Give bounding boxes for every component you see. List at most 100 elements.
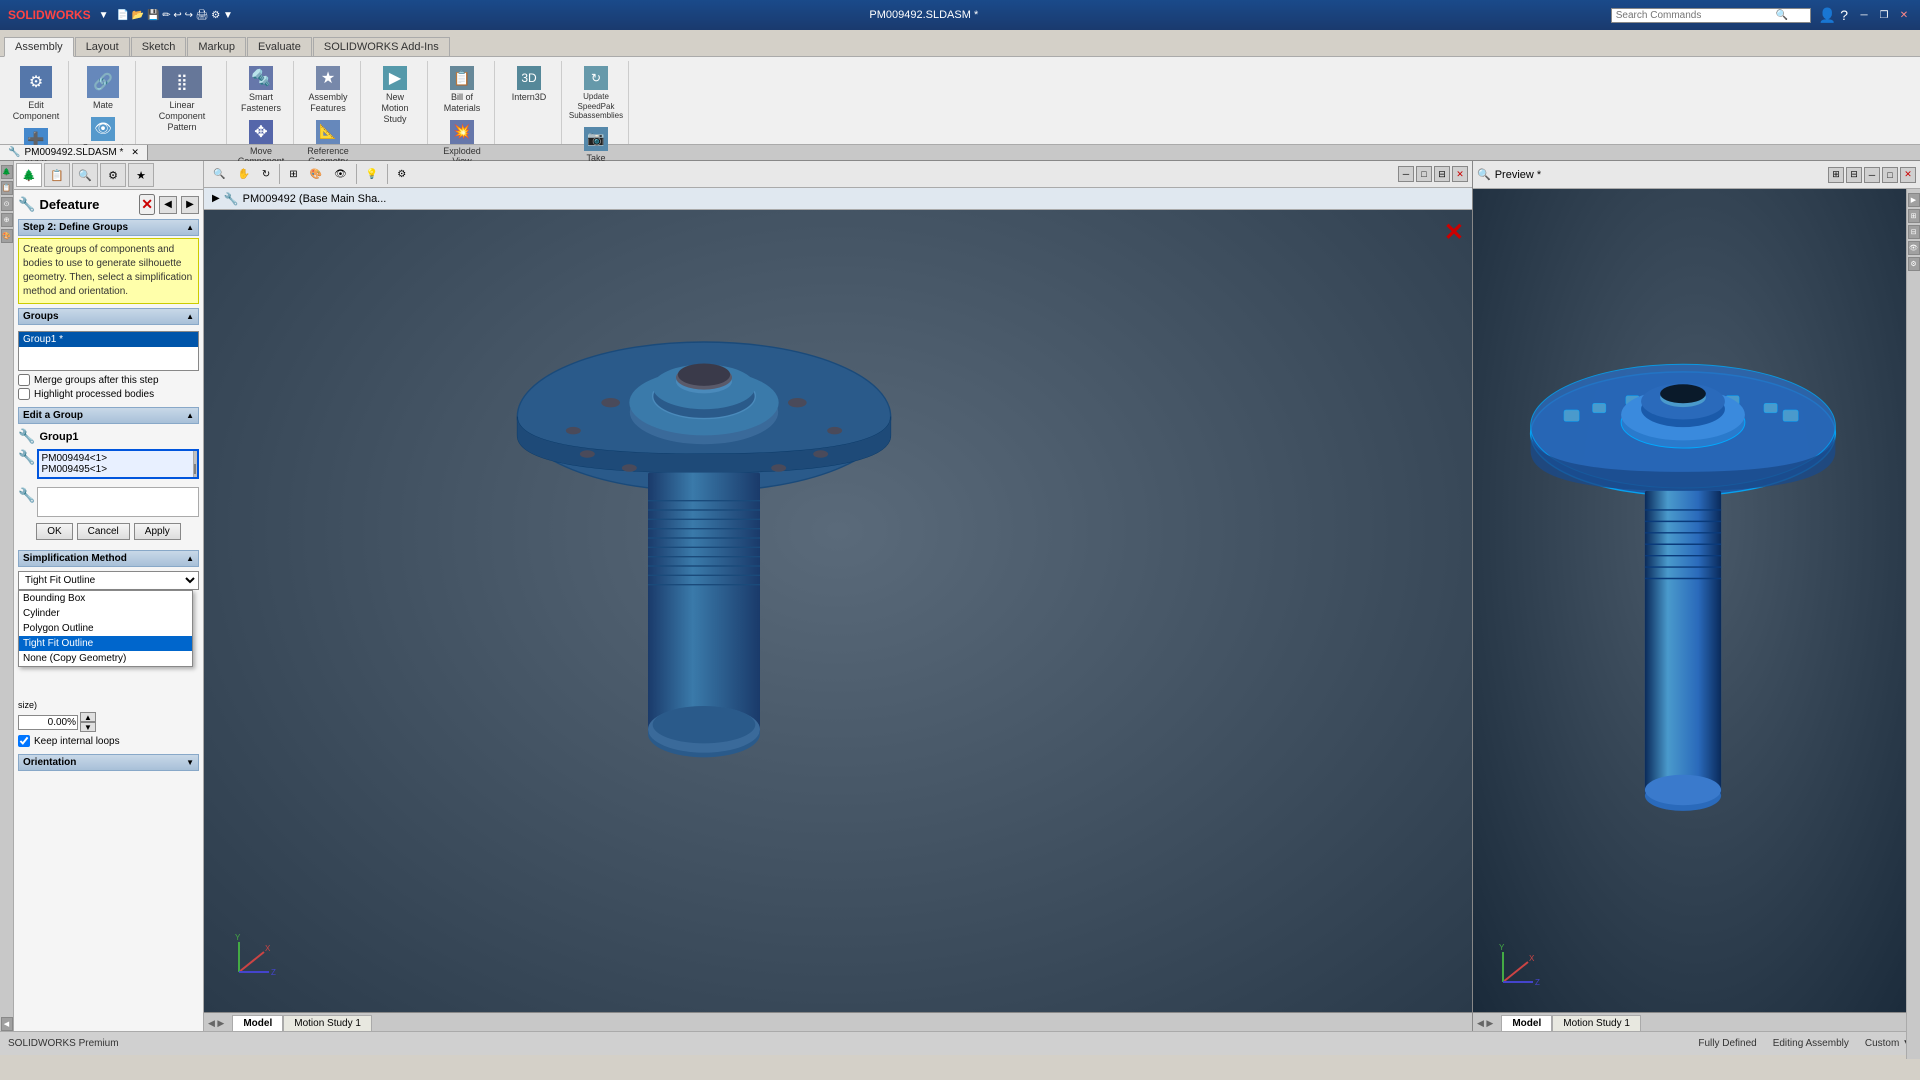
component-list[interactable]: PM009494<1> PM009495<1> [37,449,199,479]
section-simplification[interactable]: Simplification Method [18,550,199,567]
vp-settings[interactable]: ⚙ [392,167,411,182]
minimize-btn[interactable]: ─ [1856,7,1872,23]
left-icon-3[interactable]: ⊙ [1,197,13,211]
simplification-dropdown[interactable]: Bounding Box Cylinder Polygon Outline Ti… [18,571,199,590]
size-label: size) [18,700,199,710]
doc-tab-main[interactable]: 🔧 PM009492.SLDASM * ✕ [0,145,148,160]
merge-checkbox[interactable] [18,374,30,386]
left-icon-bottom[interactable]: ◀ [1,1017,13,1031]
right-tab-model[interactable]: Model [1501,1015,1552,1031]
empty-component-box[interactable] [37,487,199,517]
dropdown-opt-bounding-box[interactable]: Bounding Box [19,591,192,606]
vp-light[interactable]: 💡 [361,167,383,182]
highlight-checkbox[interactable] [18,388,30,400]
vp-window-close[interactable]: ✕ [1452,166,1468,182]
panel-tab-search[interactable]: 🔍 [72,163,98,187]
section-groups[interactable]: Groups [18,308,199,325]
panel-tab-custom[interactable]: ⚙ [100,163,126,187]
panel-tab-list[interactable]: 📋 [44,163,70,187]
preview-window-3[interactable]: ─ [1864,167,1880,183]
help-icon[interactable]: ? [1840,7,1848,23]
tab-layout[interactable]: Layout [75,37,130,56]
tab-evaluate[interactable]: Evaluate [247,37,312,56]
search-input[interactable] [1616,10,1776,21]
edit-group-arrow [186,410,194,421]
component-icon-2: 🔧 [18,487,35,504]
left-icon-1[interactable]: 🌲 [1,165,13,179]
ok-button[interactable]: OK [36,523,72,540]
preview-right-icon-2[interactable]: ⊞ [1908,209,1920,223]
ribbon-group-bom: 📋 Bill of Materials 💥 Exploded View [430,61,495,144]
vp-zoom[interactable]: 🔍 [208,167,230,182]
ribbon-btn-new-motion-study[interactable]: ▶ New Motion Study [367,63,423,127]
panel-tab-tree[interactable]: 🌲 [16,163,42,187]
keep-loops-checkbox[interactable] [18,735,30,747]
tab-markup[interactable]: Markup [187,37,246,56]
bottom-tab-motion-study[interactable]: Motion Study 1 [283,1015,372,1031]
preview-right-icon-5[interactable]: ⚙ [1908,257,1920,271]
dropdown-opt-none[interactable]: None (Copy Geometry) [19,651,192,666]
panel-tab-fav[interactable]: ★ [128,163,154,187]
vp-section[interactable]: ⊞ [284,167,302,182]
dropdown-opt-cylinder[interactable]: Cylinder [19,606,192,621]
nav-back-btn[interactable]: ◀ [159,196,177,214]
section-edit-group[interactable]: Edit a Group [18,407,199,424]
section-orientation[interactable]: Orientation [18,754,199,771]
right-tab-motion-study[interactable]: Motion Study 1 [1552,1015,1641,1031]
doc-tab-close[interactable]: ✕ [131,147,139,158]
tab-solidworks-addins[interactable]: SOLIDWORKS Add-Ins [313,37,450,56]
preview-window-1[interactable]: ⊞ [1828,167,1844,183]
bottom-tab-model[interactable]: Model [232,1015,283,1031]
nav-forward-btn[interactable]: ▶ [181,196,199,214]
ribbon-btn-bill-of-materials[interactable]: 📋 Bill of Materials [434,63,490,117]
preview-3d[interactable]: X Y Z [1473,189,1920,1012]
viewport-icon: 🔧 [224,192,239,206]
groups-label: Groups [23,311,59,322]
ribbon-btn-assembly-features[interactable]: ★ Assembly Features [300,63,356,117]
group-item-1[interactable]: Group1 * [19,332,198,347]
spinner-down[interactable]: ▼ [80,722,96,732]
left-icon-4[interactable]: ⊕ [1,213,13,227]
preview-window-close[interactable]: ✕ [1900,167,1916,183]
preview-right-icon-1[interactable]: ▶ [1908,193,1920,207]
viewport-close-btn[interactable]: ✕ [1444,218,1464,247]
user-icon[interactable]: 👤 [1819,7,1836,24]
apply-button[interactable]: Apply [134,523,181,540]
preview-window-4[interactable]: □ [1882,167,1898,183]
status-custom[interactable]: Custom ▼ [1865,1038,1912,1049]
preview-right-icon-4[interactable]: 👁 [1908,241,1920,255]
ribbon-btn-update-speedpak[interactable]: ↻ Update SpeedPak Subassemblies [568,63,624,124]
ribbon-btn-mate[interactable]: 🔗 Mate [75,63,131,114]
preview-window-2[interactable]: ⊟ [1846,167,1862,183]
preview-right-icon-3[interactable]: ⊟ [1908,225,1920,239]
ribbon-btn-smart-fasteners[interactable]: 🔩 Smart Fasteners [233,63,289,117]
window-controls: ─ ❐ ✕ [1856,7,1912,23]
ribbon-btn-intern3d[interactable]: 3D Intern3D [501,63,557,106]
vp-window-min[interactable]: ─ [1398,166,1414,182]
spinner-up[interactable]: ▲ [80,712,96,722]
close-btn[interactable]: ✕ [1896,7,1912,23]
dropdown-opt-polygon-outline[interactable]: Polygon Outline [19,621,192,636]
restore-btn[interactable]: ❐ [1876,7,1892,23]
vp-pan[interactable]: ✋ [232,167,254,182]
vp-rotate[interactable]: ↻ [257,167,275,182]
svg-text:X: X [1529,954,1535,963]
ribbon-btn-edit-component[interactable]: ⚙ Edit Component [8,63,64,125]
left-icon-5[interactable]: 🎨 [1,229,13,243]
tab-assembly[interactable]: Assembly [4,37,74,57]
cancel-button[interactable]: Cancel [77,523,130,540]
vp-window-restore[interactable]: ⊟ [1434,166,1450,182]
vp-window-max[interactable]: □ [1416,166,1432,182]
ribbon-btn-linear-pattern[interactable]: ⣿ Linear Component Pattern [142,63,222,135]
section-step2[interactable]: Step 2: Define Groups [18,219,199,236]
tab-sketch[interactable]: Sketch [131,37,187,56]
axes-indicator: X Y Z [229,932,279,982]
defeature-close-btn[interactable]: ✕ [139,194,155,215]
size-spinner[interactable] [18,715,78,730]
defeature-title: Defeature [39,197,99,212]
vp-view[interactable]: 👁 [329,167,352,182]
dropdown-opt-tight-fit[interactable]: Tight Fit Outline [19,636,192,651]
left-icon-2[interactable]: 📋 [1,181,13,195]
vp-display[interactable]: 🎨 [305,167,327,182]
viewport-3d[interactable]: ✕ [204,210,1472,1012]
